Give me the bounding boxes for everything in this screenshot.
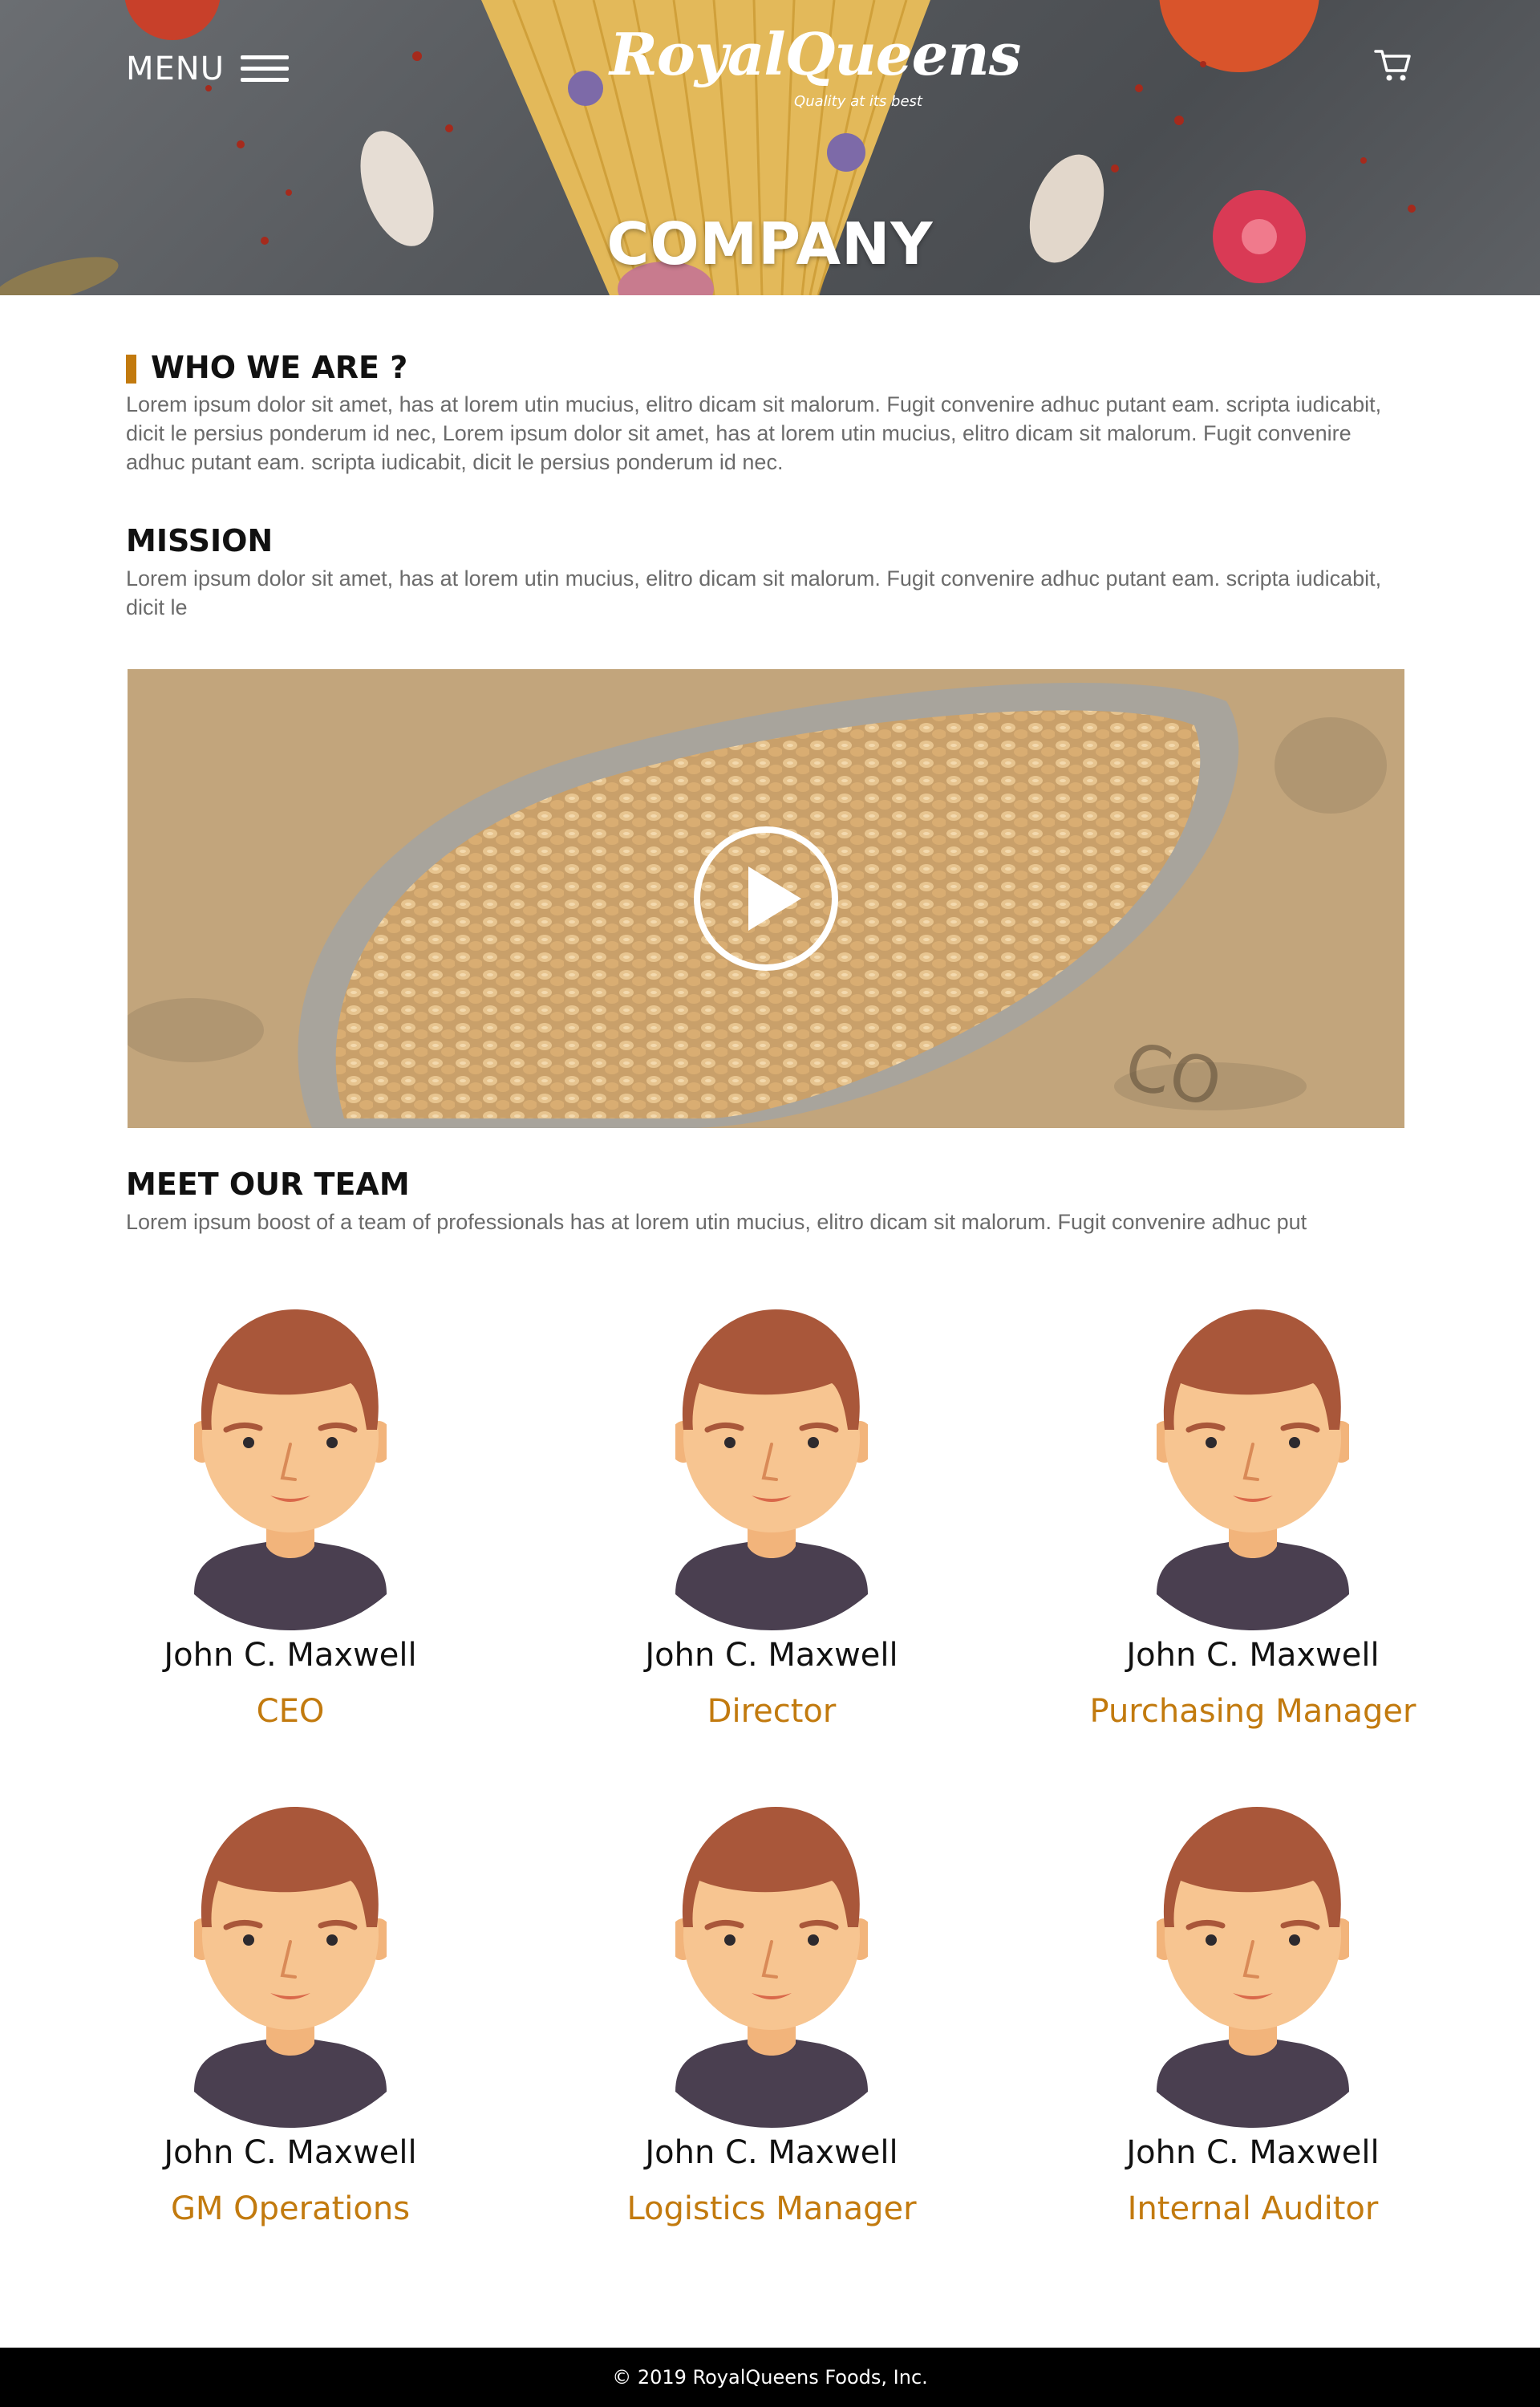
person-avatar (194, 1309, 387, 1630)
mission-heading: MISSION (126, 523, 274, 558)
play-icon[interactable] (692, 825, 840, 972)
team-heading: MEET OUR TEAM (126, 1167, 410, 1202)
team-member-card: John C. Maxwell Purchasing Manager (1044, 1309, 1461, 1730)
menu-label: MENU (126, 51, 225, 87)
hero-header: MENU RoyalQueens Quality at its best COM… (0, 0, 1540, 295)
member-role: Logistics Manager (626, 2190, 917, 2227)
who-we-are-heading: WHO WE ARE ? (126, 350, 407, 385)
team-member-card: John C. Maxwell Internal Auditor (1044, 1807, 1461, 2227)
team-member-card: John C. Maxwell Director (563, 1309, 980, 1730)
member-role: CEO (256, 1693, 325, 1730)
person-avatar (675, 1807, 868, 2128)
member-name: John C. Maxwell (164, 2134, 417, 2171)
video-player[interactable]: CO (128, 669, 1404, 1128)
member-role: Director (707, 1693, 837, 1730)
logo-tagline: Quality at its best (794, 93, 922, 110)
cart-icon[interactable] (1373, 45, 1413, 85)
who-we-are-text: Lorem ipsum dolor sit amet, has at lorem… (126, 392, 1382, 474)
member-role: GM Operations (170, 2190, 411, 2227)
person-avatar (1157, 1807, 1349, 2128)
copyright-text: © 2019 RoyalQueens Foods, Inc. (612, 2366, 928, 2389)
person-avatar (194, 1807, 387, 2128)
member-name: John C. Maxwell (1126, 2134, 1380, 2171)
logo-wordmark: RoyalQueens (610, 20, 1021, 88)
page-title: COMPANY (606, 210, 934, 278)
member-name: John C. Maxwell (1126, 1637, 1380, 1674)
team-member-card: John C. Maxwell Logistics Manager (563, 1807, 980, 2227)
menu-button[interactable]: MENU (126, 50, 289, 88)
team-text: Lorem ipsum boost of a team of professio… (126, 1210, 1307, 1234)
team-member-card: John C. Maxwell GM Operations (82, 1807, 499, 2227)
who-we-are-title: WHO WE ARE ? (151, 350, 408, 385)
mission-text: Lorem ipsum dolor sit amet, has at lorem… (126, 566, 1382, 619)
hamburger-icon (240, 55, 289, 82)
person-avatar (675, 1309, 868, 1630)
accent-bar (126, 355, 136, 384)
brand-logo[interactable]: RoyalQueens Quality at its best (610, 20, 1021, 119)
member-name: John C. Maxwell (645, 2134, 898, 2171)
member-role: Purchasing Manager (1089, 1693, 1416, 1730)
person-avatar (1157, 1309, 1349, 1630)
member-name: John C. Maxwell (645, 1637, 898, 1674)
site-footer: © 2019 RoyalQueens Foods, Inc. (0, 2348, 1540, 2407)
team-member-card: John C. Maxwell CEO (82, 1309, 499, 1730)
member-name: John C. Maxwell (164, 1637, 417, 1674)
member-role: Internal Auditor (1127, 2190, 1379, 2227)
